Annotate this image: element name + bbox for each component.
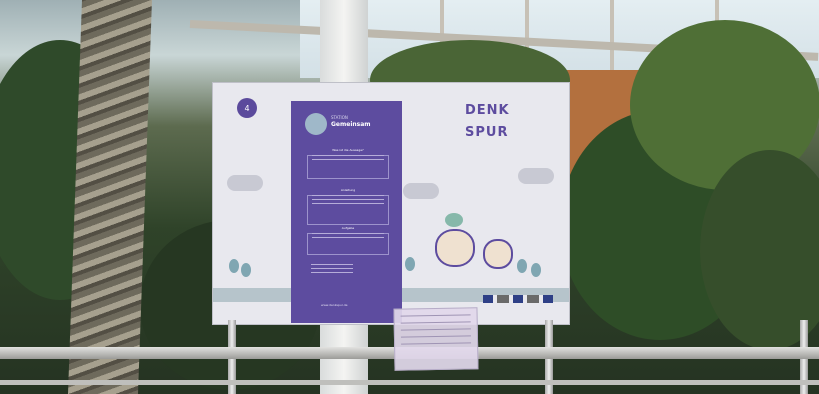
tree-icon: [229, 259, 239, 273]
brain-mascot-icon: [435, 229, 475, 267]
section-box-anleitung: Anleitung: [307, 188, 389, 225]
cloud-icon: [518, 168, 554, 184]
brand-title-spur: SPUR: [465, 125, 509, 140]
website-url: www.denkspur.de: [321, 303, 348, 307]
station-logo-icon: [305, 113, 327, 135]
info-board: 4 STATION Gemeinsam Was ist die Aussage?…: [213, 83, 569, 324]
info-panel: STATION Gemeinsam Was ist die Aussage? A…: [291, 101, 402, 323]
section-box-aufgabe: Aufgabe: [307, 226, 389, 255]
panel-small-text: [307, 261, 357, 276]
section-heading: Anleitung: [340, 188, 356, 192]
panel-title: Gemeinsam: [331, 121, 371, 128]
railing-bar: [0, 380, 819, 385]
tree-icon: [241, 263, 251, 277]
brand-title-denk: DENK: [465, 103, 510, 118]
heart-balloon-icon: [445, 213, 463, 227]
panel-kicker: STATION: [331, 115, 348, 120]
tree-icon: [531, 263, 541, 277]
cloud-icon: [227, 175, 263, 191]
greenhouse-scene: 4 STATION Gemeinsam Was ist die Aussage?…: [0, 0, 819, 394]
section-heading: Was ist die Aussage?: [332, 148, 364, 152]
tree-icon: [517, 259, 527, 273]
cloud-icon: [403, 183, 439, 199]
board-number-badge: 4: [237, 98, 257, 118]
tree-icon: [405, 257, 415, 271]
section-box-aussage: Was ist die Aussage?: [307, 148, 389, 179]
sponsor-logos: [483, 295, 553, 303]
window-mullion: [610, 0, 614, 78]
cat-mascot-icon: [483, 239, 513, 269]
paper-note: [393, 307, 479, 371]
section-heading: Aufgabe: [341, 226, 355, 230]
